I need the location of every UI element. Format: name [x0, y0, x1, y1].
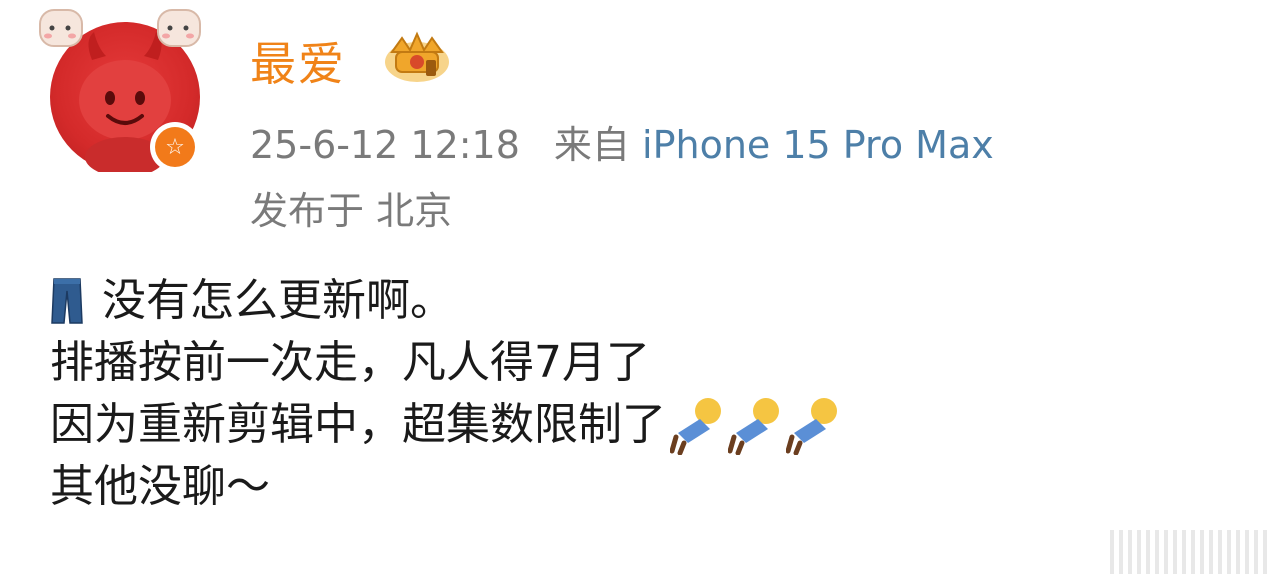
star-badge-icon: ☆	[155, 127, 195, 167]
post-line-1: 没有怎么更新啊。	[50, 270, 840, 332]
post-meta: 25-6-12 12:18 来自 iPhone 15 Pro Max	[250, 114, 994, 169]
source-label: 来自	[553, 123, 630, 167]
jeans-icon	[51, 278, 83, 324]
post-line-3: 因为重新剪辑中，超集数限制了	[50, 394, 840, 456]
post-text-line-3: 因为重新剪辑中，超集数限制了	[50, 399, 666, 450]
post-line-4: 其他没聊～	[50, 456, 840, 518]
verified-badge: ☆	[150, 122, 200, 172]
person-lying-icon	[728, 398, 779, 455]
post-text-line-2: 排播按前一次走，凡人得7月了	[50, 337, 650, 388]
person-lying-icon	[670, 398, 721, 455]
post-text-line-4: 其他没聊～	[50, 461, 270, 512]
post-location: 发布于 北京	[250, 189, 453, 233]
post-text-line-1: 没有怎么更新啊。	[102, 275, 454, 326]
cat-ears-decoration-icon	[39, 9, 201, 47]
person-lying-icon	[786, 398, 837, 455]
post-timestamp: 25-6-12 12:18	[250, 123, 520, 167]
post-line-2: 排播按前一次走，凡人得7月了	[50, 332, 840, 394]
device-link[interactable]: iPhone 15 Pro Max	[642, 123, 994, 167]
post-body: 没有怎么更新啊。 排播按前一次走，凡人得7月了 因为重新剪辑中，超集数限制了 其…	[50, 270, 840, 518]
username[interactable]: 最爱	[250, 28, 346, 94]
watermark	[1110, 530, 1270, 574]
crown-badge-icon	[385, 31, 449, 82]
